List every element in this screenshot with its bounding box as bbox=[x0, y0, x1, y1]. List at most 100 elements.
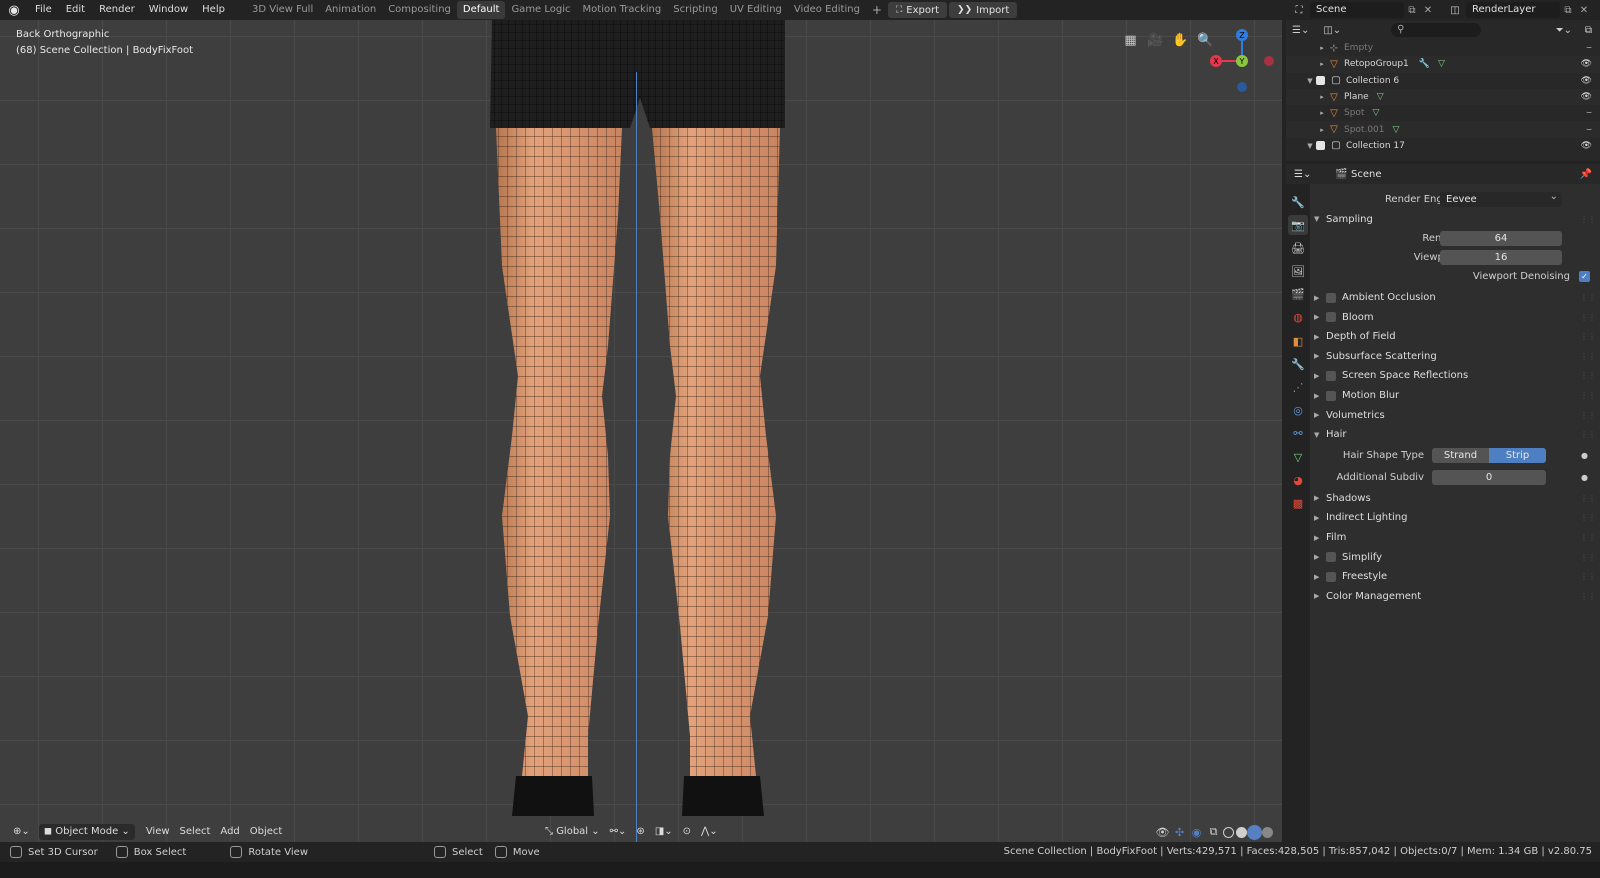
gizmo-neg-z-icon[interactable] bbox=[1237, 82, 1247, 92]
pivot-icon[interactable]: ⚯⌄ bbox=[605, 824, 632, 840]
viewport-denoising-checkbox[interactable]: ✓ bbox=[1579, 271, 1590, 283]
export-button[interactable]: ⛶ Export bbox=[887, 2, 948, 18]
scene-tab-icon[interactable]: 🎬 bbox=[1288, 285, 1308, 305]
outliner-row[interactable]: ▸ ▽ Plane ▽ 👁 bbox=[1286, 88, 1600, 106]
filter-icon[interactable]: ⏷⌄ bbox=[1556, 25, 1572, 36]
xray-icon[interactable]: ⧉ bbox=[1206, 825, 1221, 840]
delete-view-layer-icon[interactable]: ✕ bbox=[1576, 5, 1592, 16]
menu-file[interactable]: File bbox=[28, 0, 59, 20]
solid-shading-icon[interactable] bbox=[1236, 826, 1247, 838]
panel-shadows[interactable]: ▶ Shadows ⋮⋮ bbox=[1310, 489, 1600, 509]
drag-grip-icon[interactable]: ⋮⋮ bbox=[1580, 391, 1596, 400]
outliner-row[interactable]: ▸ ▽ RetopoGroup1 🔧 ▽ 👁 bbox=[1286, 56, 1600, 73]
hair-shape-strand[interactable]: Strand bbox=[1432, 448, 1489, 464]
outliner-row[interactable]: ▼ ▢ Collection 6 👁 bbox=[1286, 73, 1600, 89]
display-mode-icon[interactable]: ◫⌄ bbox=[1323, 25, 1341, 36]
drag-grip-icon[interactable]: ⋮⋮ bbox=[1580, 352, 1596, 361]
tab-video-editing[interactable]: Video Editing bbox=[788, 1, 866, 19]
panel-indirect-lighting[interactable]: ▶ Indirect Lighting ⋮⋮ bbox=[1310, 508, 1600, 528]
collection-checkbox[interactable] bbox=[1316, 141, 1325, 151]
hidden-eye-icon[interactable]: ⌣ bbox=[1586, 125, 1592, 135]
mesh-data-icon[interactable]: ▽ bbox=[1372, 108, 1379, 118]
menu-render[interactable]: Render bbox=[92, 0, 142, 20]
eye-icon[interactable]: 👁 bbox=[1581, 141, 1592, 151]
eye-icon[interactable]: 👁 bbox=[1581, 76, 1592, 86]
falloff-icon[interactable]: ⋀⌄ bbox=[696, 824, 723, 840]
collection-checkbox[interactable] bbox=[1316, 76, 1325, 86]
outliner-row[interactable]: ▸ ▽ Spot.001 ▽ ⌣ bbox=[1286, 121, 1600, 138]
drag-grip-icon[interactable]: ⋮⋮ bbox=[1580, 293, 1596, 302]
overlay-toggle-icon[interactable]: ◉ bbox=[1189, 825, 1204, 840]
drag-grip-icon[interactable]: ⋮⋮ bbox=[1580, 313, 1596, 322]
viewport-menu-object[interactable]: Object bbox=[245, 824, 288, 840]
constraints-tab-icon[interactable]: ⚯ bbox=[1288, 424, 1308, 444]
panel-depth-of-field[interactable]: ▶ Depth of Field ⋮⋮ bbox=[1310, 327, 1600, 347]
panel-simplify[interactable]: ▶ Simplify ⋮⋮ bbox=[1310, 547, 1600, 567]
panel-enable-checkbox[interactable] bbox=[1326, 370, 1336, 381]
drag-grip-icon[interactable]: ⋮⋮ bbox=[1580, 494, 1596, 503]
render-engine-select[interactable]: Eevee bbox=[1440, 189, 1562, 208]
panel-bloom[interactable]: ▶ Bloom ⋮⋮ bbox=[1310, 307, 1600, 327]
expanded-icon[interactable]: ▼ bbox=[1304, 77, 1316, 85]
grid-toggle-icon[interactable]: ▦ bbox=[1118, 30, 1143, 50]
hair-shape-strip[interactable]: Strip bbox=[1489, 448, 1546, 464]
collapsed-icon[interactable]: ▸ bbox=[1316, 93, 1328, 101]
panel-enable-checkbox[interactable] bbox=[1326, 552, 1336, 563]
camera-view-icon[interactable]: 🎥 bbox=[1143, 30, 1168, 50]
drag-grip-icon[interactable]: ⋮⋮ bbox=[1580, 215, 1596, 224]
material-shading-icon[interactable] bbox=[1249, 826, 1260, 838]
new-view-layer-icon[interactable]: ⧉ bbox=[1560, 5, 1576, 16]
new-scene-icon[interactable]: ⧉ bbox=[1404, 5, 1420, 16]
editor-type-icon[interactable]: ⊕⌄ bbox=[8, 824, 35, 840]
drag-grip-icon[interactable]: ⋮⋮ bbox=[1580, 572, 1596, 581]
view-layer-field[interactable]: RenderLayer bbox=[1466, 2, 1560, 18]
drag-grip-icon[interactable]: ⋮⋮ bbox=[1580, 513, 1596, 522]
rendered-shading-icon[interactable] bbox=[1262, 826, 1273, 838]
outliner-search-input[interactable]: ⚲ bbox=[1391, 23, 1482, 37]
mesh-data-icon[interactable]: ▽ bbox=[1377, 92, 1384, 102]
view-layer-selector[interactable]: ◫ RenderLayer ⧉ ✕ bbox=[1444, 2, 1592, 18]
data-tab-icon[interactable]: ▽ bbox=[1288, 447, 1308, 467]
drag-grip-icon[interactable]: ⋮⋮ bbox=[1580, 533, 1596, 542]
outliner-editor-icon[interactable]: ☰⌄ bbox=[1292, 25, 1309, 36]
panel-volumetrics[interactable]: ▶ Volumetrics ⋮⋮ bbox=[1310, 405, 1600, 425]
panel-screen-space-reflections[interactable]: ▶ Screen Space Reflections ⋮⋮ bbox=[1310, 366, 1600, 386]
panel-film[interactable]: ▶ Film ⋮⋮ bbox=[1310, 528, 1600, 548]
drag-grip-icon[interactable]: ⋮⋮ bbox=[1580, 411, 1596, 420]
drag-grip-icon[interactable]: ⋮⋮ bbox=[1580, 430, 1596, 439]
mesh-data-icon[interactable]: ▽ bbox=[1438, 59, 1445, 69]
panel-freestyle[interactable]: ▶ Freestyle ⋮⋮ bbox=[1310, 567, 1600, 587]
hidden-eye-icon[interactable]: ⌣ bbox=[1586, 43, 1592, 53]
scene-selector[interactable]: ⛶ Scene ⧉ ✕ bbox=[1288, 2, 1436, 18]
properties-editor-icon[interactable]: ☰⌄ bbox=[1294, 169, 1311, 180]
texture-tab-icon[interactable]: ▩ bbox=[1288, 493, 1308, 513]
outliner-row[interactable]: ▼ ▢ Collection 17 👁 bbox=[1286, 138, 1600, 154]
tab-game-logic[interactable]: Game Logic bbox=[505, 1, 576, 19]
pin-icon[interactable]: 📌 bbox=[1580, 169, 1592, 180]
expanded-icon[interactable]: ▼ bbox=[1304, 142, 1316, 150]
panel-enable-checkbox[interactable] bbox=[1326, 390, 1336, 401]
snap-icon[interactable]: ⊛ bbox=[631, 824, 649, 840]
render-samples-field[interactable]: 64 bbox=[1440, 231, 1562, 247]
wireframe-shading-icon[interactable] bbox=[1223, 826, 1234, 838]
tool-tab-icon[interactable]: 🔧 bbox=[1288, 192, 1308, 212]
delete-scene-icon[interactable]: ✕ bbox=[1420, 5, 1436, 16]
panel-sampling[interactable]: ▼ Sampling ⋮⋮ bbox=[1310, 210, 1600, 230]
collapsed-icon[interactable]: ▸ bbox=[1316, 109, 1328, 117]
orientation-selector[interactable]: ⤡ Global ⌄ bbox=[540, 824, 605, 840]
render-tab-icon[interactable]: 📷 bbox=[1288, 215, 1308, 236]
drag-grip-icon[interactable]: ⋮⋮ bbox=[1580, 553, 1596, 562]
viewport-menu-select[interactable]: Select bbox=[175, 824, 216, 840]
tab-default[interactable]: Default bbox=[456, 1, 506, 19]
tab-3d-view-full[interactable]: 3D View Full bbox=[246, 1, 319, 19]
world-tab-icon[interactable]: ◍ bbox=[1288, 308, 1308, 328]
additional-subdiv-field[interactable]: 0 bbox=[1432, 470, 1546, 486]
modifier-icon[interactable]: 🔧 bbox=[1419, 59, 1430, 69]
panel-ambient-occlusion[interactable]: ▶ Ambient Occlusion ⋮⋮ bbox=[1310, 288, 1600, 308]
scene-name-field[interactable]: Scene bbox=[1310, 2, 1404, 18]
panel-motion-blur[interactable]: ▶ Motion Blur ⋮⋮ bbox=[1310, 386, 1600, 406]
pan-hand-icon[interactable]: ✋ bbox=[1168, 30, 1193, 50]
tab-uv-editing[interactable]: UV Editing bbox=[724, 1, 788, 19]
tab-compositing[interactable]: Compositing bbox=[382, 1, 457, 19]
viewport-menu-add[interactable]: Add bbox=[215, 824, 244, 840]
